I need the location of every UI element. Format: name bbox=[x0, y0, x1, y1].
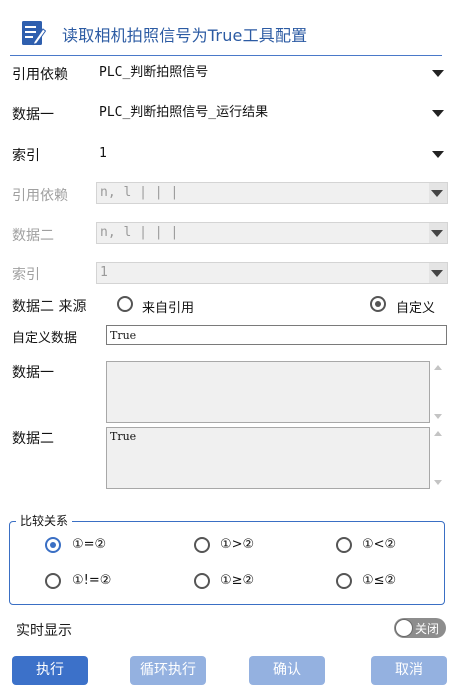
chevron-down-icon bbox=[431, 230, 443, 237]
toggle-state-label: 关闭 bbox=[415, 622, 440, 636]
page-title: 读取相机拍照信号为True工具配置 bbox=[62, 26, 308, 45]
scroll-up-icon bbox=[434, 431, 442, 436]
data-one-text-label: 数据一 bbox=[12, 365, 54, 381]
cmp-less-label: ①<② bbox=[362, 537, 397, 552]
scroll-down-icon bbox=[434, 480, 442, 485]
cmp-greater-label: ①>② bbox=[220, 537, 255, 552]
cmp-equal-label: ①=② bbox=[72, 537, 107, 552]
cmp-not-equal-radio[interactable] bbox=[45, 573, 61, 589]
data-two-scrollbar[interactable] bbox=[431, 427, 445, 489]
source-custom-label: 自定义 bbox=[396, 301, 436, 316]
data-one-value: PLC_判断拍照信号_运行结果 bbox=[99, 105, 269, 120]
custom-data-label: 自定义数据 bbox=[12, 331, 78, 346]
ref-dependency-label: 引用依赖 bbox=[12, 67, 68, 83]
cmp-greater-equal-label: ①≥② bbox=[220, 573, 255, 588]
data-two-ref-select: n, l | | | bbox=[96, 222, 448, 244]
data-one-textarea[interactable] bbox=[106, 361, 430, 423]
cmp-greater-equal-radio[interactable] bbox=[194, 573, 210, 589]
index-select[interactable]: 1 bbox=[96, 143, 448, 165]
index-2-label: 索引 bbox=[12, 267, 40, 283]
comparison-group bbox=[9, 521, 445, 605]
cmp-less-radio[interactable] bbox=[336, 537, 352, 553]
chevron-down-icon bbox=[432, 70, 444, 77]
data-one-scrollbar[interactable] bbox=[431, 361, 445, 423]
index-2-select: 1 bbox=[96, 262, 448, 284]
ref-dependency-2-value: n, l | | | bbox=[100, 185, 179, 200]
data-two-text-label: 数据二 bbox=[12, 431, 54, 447]
source-from-reference-radio[interactable] bbox=[117, 296, 133, 312]
data-two-textarea[interactable]: True bbox=[106, 427, 430, 489]
toggle-knob bbox=[395, 619, 413, 637]
data-two-ref-label: 数据二 bbox=[12, 228, 54, 244]
cancel-button[interactable]: 取消 bbox=[371, 656, 447, 685]
cmp-greater-radio[interactable] bbox=[194, 537, 210, 553]
config-document-icon bbox=[20, 20, 47, 46]
cmp-equal-radio[interactable] bbox=[45, 537, 61, 553]
cmp-not-equal-label: ①!=② bbox=[72, 573, 112, 588]
loop-execute-button[interactable]: 循环执行 bbox=[130, 656, 206, 685]
ref-dependency-2-select: n, l | | | bbox=[96, 182, 448, 204]
index-2-value: 1 bbox=[100, 265, 108, 280]
index-label: 索引 bbox=[12, 148, 40, 164]
data-one-select[interactable]: PLC_判断拍照信号_运行结果 bbox=[96, 102, 448, 124]
confirm-button[interactable]: 确认 bbox=[249, 656, 325, 685]
cmp-less-equal-label: ①≤② bbox=[362, 573, 397, 588]
ref-dependency-value: PLC_判断拍照信号 bbox=[99, 65, 209, 80]
chevron-down-icon bbox=[432, 151, 444, 158]
chevron-down-icon bbox=[431, 190, 443, 197]
data-two-ref-value: n, l | | | bbox=[100, 225, 179, 240]
data-one-label: 数据一 bbox=[12, 107, 54, 123]
realtime-display-toggle[interactable]: 关闭 bbox=[394, 618, 446, 638]
source-from-reference-label: 来自引用 bbox=[142, 301, 195, 316]
comparison-group-title: 比较关系 bbox=[16, 512, 73, 529]
chevron-down-icon bbox=[431, 270, 443, 277]
scroll-down-icon bbox=[434, 414, 442, 419]
ref-dependency-select[interactable]: PLC_判断拍照信号 bbox=[96, 62, 448, 84]
index-value: 1 bbox=[99, 146, 107, 161]
ref-dependency-2-label: 引用依赖 bbox=[12, 188, 68, 204]
data-two-source-label: 数据二 来源 bbox=[12, 299, 87, 315]
realtime-display-label: 实时显示 bbox=[16, 623, 72, 639]
execute-button[interactable]: 执行 bbox=[12, 656, 88, 685]
scroll-up-icon bbox=[434, 365, 442, 370]
cmp-less-equal-radio[interactable] bbox=[336, 573, 352, 589]
source-custom-radio[interactable] bbox=[370, 296, 386, 312]
chevron-down-icon bbox=[432, 110, 444, 117]
title-divider bbox=[10, 55, 442, 56]
custom-data-input[interactable]: True bbox=[106, 325, 447, 345]
